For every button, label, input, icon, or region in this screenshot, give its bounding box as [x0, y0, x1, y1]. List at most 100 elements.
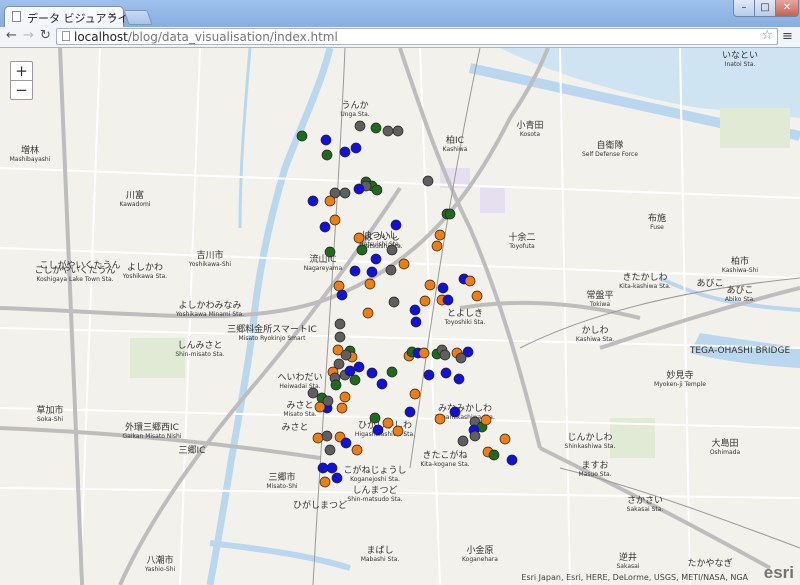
incident-marker-blue[interactable]: [307, 195, 319, 207]
incident-marker-blue[interactable]: [390, 219, 402, 231]
incident-marker-orange[interactable]: [324, 195, 336, 207]
maximize-button[interactable]: □: [754, 0, 776, 17]
incident-marker-blue[interactable]: [350, 142, 362, 154]
incident-marker-green[interactable]: [349, 374, 361, 386]
incident-marker-gray[interactable]: [457, 435, 469, 447]
incident-marker-orange[interactable]: [398, 258, 410, 270]
address-bar[interactable]: localhost/blog/data_visualisation/index.…: [56, 28, 778, 45]
map-view[interactable]: うんか Unga Sta. 増林 Mashibayashi 小青田 Kosota 自衛隊 Se…: [0, 48, 800, 585]
incident-marker-orange[interactable]: [339, 391, 351, 403]
incident-marker-blue[interactable]: [423, 369, 435, 381]
incident-marker-blue[interactable]: [340, 437, 352, 449]
browser-tab[interactable]: データ ビジュアライゼ ×: [4, 6, 140, 28]
incident-marker-blue[interactable]: [442, 294, 454, 306]
incident-marker-blue[interactable]: [440, 367, 452, 379]
incident-marker-blue[interactable]: [376, 378, 388, 390]
incident-marker-blue[interactable]: [336, 289, 348, 301]
incident-marker-orange[interactable]: [434, 229, 446, 241]
incident-marker-orange[interactable]: [499, 433, 511, 445]
incident-marker-gray[interactable]: [354, 120, 366, 132]
incident-marker-blue[interactable]: [506, 454, 518, 466]
incident-marker-blue[interactable]: [320, 134, 332, 146]
incident-marker-gray[interactable]: [340, 349, 352, 361]
incident-marker-orange[interactable]: [364, 278, 376, 290]
incident-marker-blue[interactable]: [349, 265, 361, 277]
incident-marker-blue[interactable]: [409, 304, 421, 316]
incident-marker-green[interactable]: [296, 130, 308, 142]
incident-marker-orange[interactable]: [392, 425, 404, 437]
bookmark-star-icon[interactable]: ☆: [761, 28, 773, 43]
incident-marker-gray[interactable]: [324, 444, 336, 456]
incident-marker-blue[interactable]: [344, 365, 356, 377]
incident-marker-green[interactable]: [488, 449, 500, 461]
incident-marker-gray[interactable]: [455, 352, 467, 364]
incident-marker-blue[interactable]: [331, 472, 343, 484]
incident-marker-blue[interactable]: [366, 266, 378, 278]
tab-close-button[interactable]: ×: [108, 9, 117, 22]
incident-marker-orange[interactable]: [382, 417, 394, 429]
incident-marker-gray[interactable]: [334, 331, 346, 343]
menu-icon[interactable]: ≡: [782, 29, 793, 44]
incident-marker-blue[interactable]: [437, 282, 449, 294]
incident-marker-green[interactable]: [444, 208, 456, 220]
incident-marker-blue[interactable]: [372, 424, 384, 436]
incident-marker-orange[interactable]: [329, 214, 341, 226]
incident-marker-blue[interactable]: [370, 253, 382, 265]
incident-marker-orange[interactable]: [362, 307, 374, 319]
incident-marker-blue[interactable]: [339, 146, 351, 158]
incident-marker-orange[interactable]: [418, 347, 430, 359]
incident-marker-orange[interactable]: [471, 290, 483, 302]
incident-marker-green[interactable]: [324, 246, 336, 258]
incident-marker-blue[interactable]: [404, 406, 416, 418]
incident-marker-orange[interactable]: [419, 295, 431, 307]
incident-marker-green[interactable]: [369, 412, 381, 424]
incident-marker-blue[interactable]: [317, 462, 329, 474]
incident-marker-gray[interactable]: [339, 187, 351, 199]
incident-marker-blue[interactable]: [319, 221, 331, 233]
zoom-out-button[interactable]: −: [10, 80, 33, 100]
incident-marker-green[interactable]: [386, 366, 398, 378]
incident-marker-orange[interactable]: [424, 279, 436, 291]
incident-marker-orange[interactable]: [312, 432, 324, 444]
incident-marker-gray[interactable]: [382, 125, 394, 137]
incident-marker-orange[interactable]: [319, 476, 331, 488]
incident-marker-green[interactable]: [330, 379, 342, 391]
incident-marker-orange[interactable]: [353, 232, 365, 244]
incident-marker-green[interactable]: [321, 149, 333, 161]
new-tab-button[interactable]: [123, 10, 153, 25]
incident-marker-orange[interactable]: [480, 414, 492, 426]
incident-marker-blue[interactable]: [449, 406, 461, 418]
incident-marker-gray[interactable]: [392, 125, 404, 137]
incident-marker-gray[interactable]: [422, 175, 434, 187]
incident-marker-orange[interactable]: [434, 413, 446, 425]
incident-marker-gray[interactable]: [388, 296, 400, 308]
incident-marker-orange[interactable]: [351, 444, 363, 456]
incident-marker-blue[interactable]: [410, 316, 422, 328]
incident-marker-blue[interactable]: [326, 462, 338, 474]
incident-marker-gray[interactable]: [386, 244, 398, 256]
incident-marker-green[interactable]: [356, 244, 368, 256]
incident-marker-orange[interactable]: [336, 402, 348, 414]
incident-marker-blue[interactable]: [353, 183, 365, 195]
close-window-button[interactable]: ✕: [775, 0, 799, 17]
back-arrow-icon[interactable]: ←: [6, 28, 17, 43]
incident-marker-blue[interactable]: [353, 361, 365, 373]
incident-marker-gray[interactable]: [321, 430, 333, 442]
incident-marker-gray[interactable]: [334, 318, 346, 330]
incident-marker-orange[interactable]: [464, 275, 476, 287]
reload-icon[interactable]: ↻: [40, 28, 51, 43]
minimize-button[interactable]: –: [733, 0, 755, 17]
incident-marker-orange[interactable]: [409, 388, 421, 400]
incident-marker-orange[interactable]: [314, 401, 326, 413]
incident-marker-blue[interactable]: [453, 373, 465, 385]
incident-marker-gray[interactable]: [469, 430, 481, 442]
zoom-in-button[interactable]: +: [10, 61, 33, 81]
incident-marker-green[interactable]: [371, 184, 383, 196]
incident-marker-blue[interactable]: [366, 367, 378, 379]
incident-marker-gray[interactable]: [385, 264, 397, 276]
incident-marker-orange[interactable]: [333, 280, 345, 292]
incident-marker-orange[interactable]: [431, 240, 443, 252]
incident-marker-green[interactable]: [370, 122, 382, 134]
incident-marker-gray[interactable]: [439, 349, 451, 361]
forward-arrow-icon[interactable]: →: [23, 28, 34, 43]
